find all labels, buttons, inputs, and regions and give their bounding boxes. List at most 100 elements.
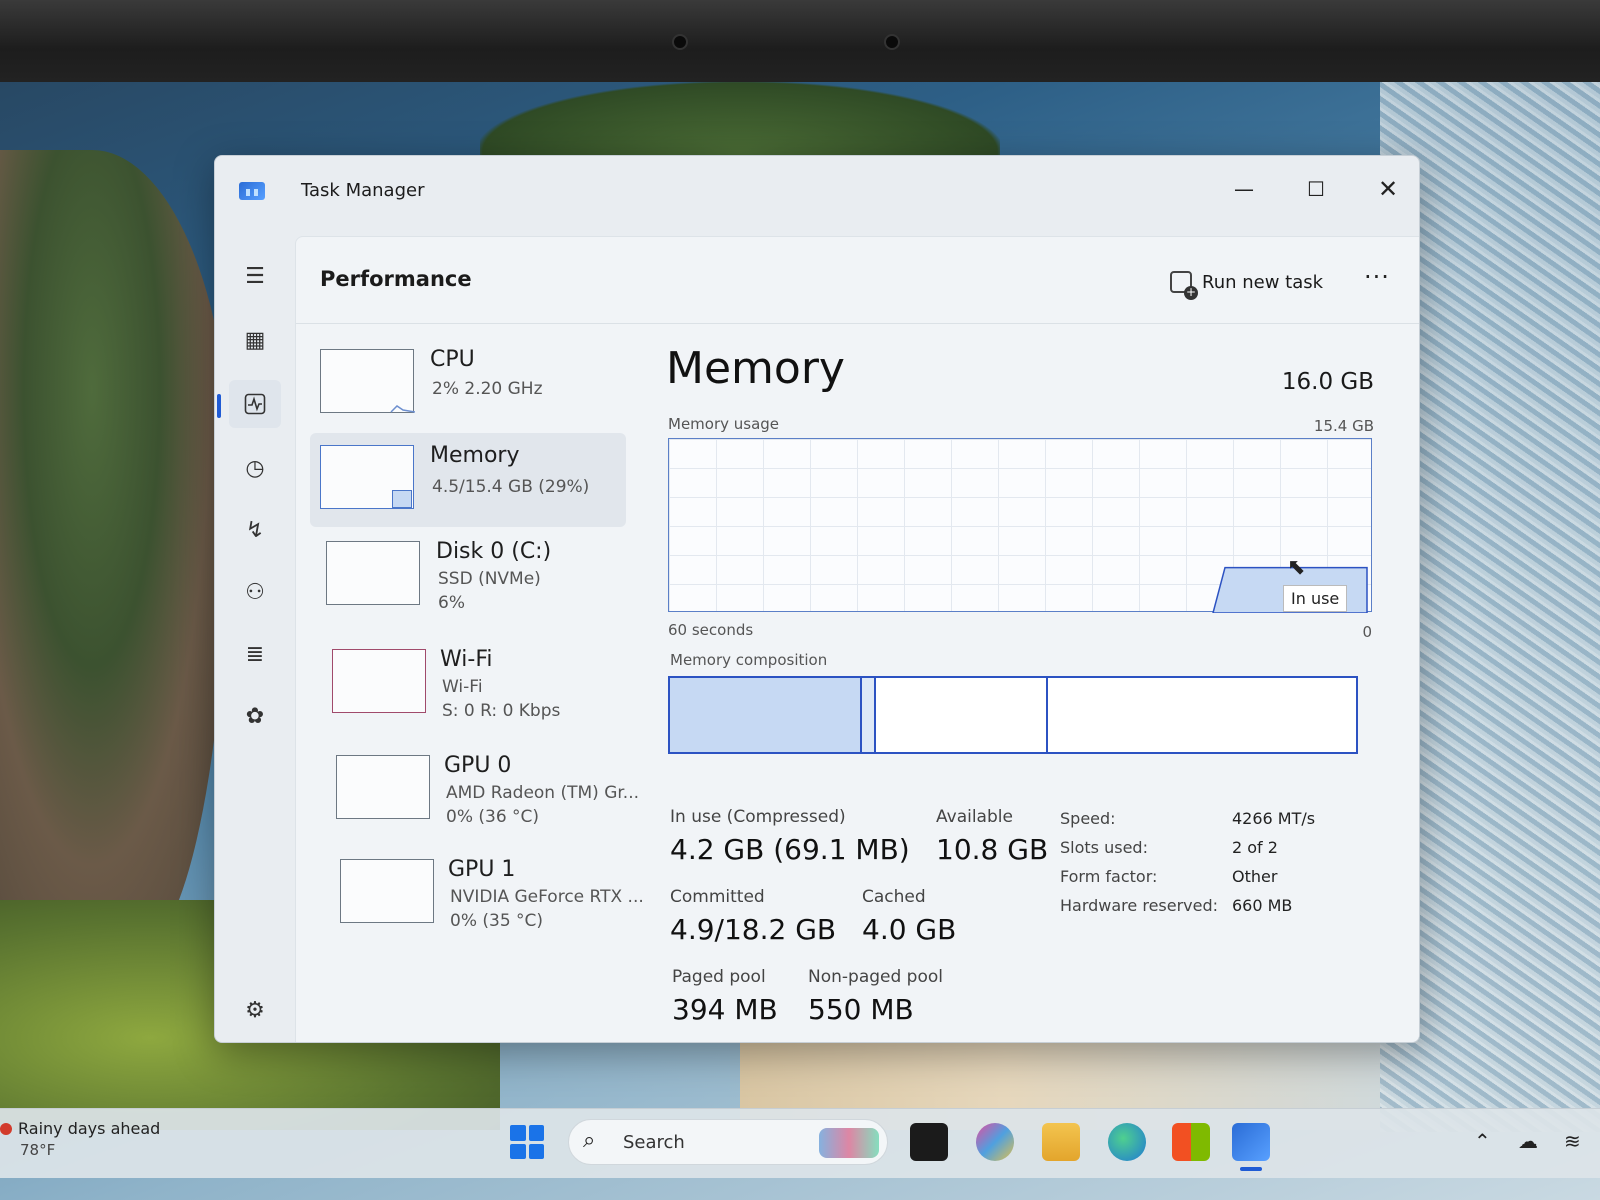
in-use-tooltip: In use	[1283, 585, 1348, 612]
available-label: Available	[936, 807, 1013, 827]
resource-detail: SSD (NVMe)	[438, 569, 541, 589]
maximize-button[interactable]: ☐	[1293, 172, 1339, 206]
graph-zero-label: 0	[1362, 623, 1372, 641]
composition-in-use[interactable]	[670, 678, 862, 752]
task-manager-icon	[239, 182, 265, 200]
copilot-icon[interactable]	[976, 1123, 1014, 1161]
cached-value: 4.0 GB	[862, 913, 957, 946]
memory-thumbnail-fill	[392, 490, 412, 508]
spec-label-slots: Slots used:	[1060, 838, 1148, 857]
non-paged-pool-value: 550 MB	[808, 993, 914, 1026]
resource-disk[interactable]: Disk 0 (C:) SSD (NVMe) 6%	[310, 529, 626, 623]
page-title: Performance	[320, 267, 472, 291]
resource-detail-2: 0% (35 °C)	[450, 911, 544, 931]
resource-gpu0[interactable]: GPU 0 AMD Radeon (TM) Gr... 0% (36 °C)	[310, 743, 639, 837]
run-new-task-button[interactable]: Run new task	[1170, 265, 1324, 300]
screen-bezel	[0, 0, 1600, 82]
file-explorer-icon[interactable]	[1042, 1123, 1080, 1161]
committed-label: Committed	[670, 887, 765, 907]
resource-gpu1[interactable]: GPU 1 NVIDIA GeForce RTX ... 0% (35 °C)	[310, 847, 644, 941]
spec-label-hw-reserved: Hardware reserved:	[1060, 896, 1219, 915]
webcam	[884, 34, 900, 50]
resource-detail: NVIDIA GeForce RTX ...	[450, 887, 644, 907]
edge-browser-icon[interactable]	[1108, 1123, 1146, 1161]
users-icon[interactable]: ⚇	[229, 568, 281, 616]
app-history-icon[interactable]: ◷	[229, 444, 281, 492]
committed-value: 4.9/18.2 GB	[670, 913, 837, 946]
composition-standby[interactable]	[876, 678, 1048, 752]
resource-name: Wi-Fi	[440, 647, 493, 672]
gpu1-thumbnail-graph	[340, 859, 434, 923]
memory-usage-label: Memory usage	[668, 415, 780, 433]
composition-modified[interactable]	[862, 678, 876, 752]
time-span-label: 60 seconds	[668, 621, 754, 639]
title-bar[interactable]: Task Manager — ☐ ✕	[215, 156, 1419, 234]
resource-memory[interactable]: Memory 4.5/15.4 GB (29%)	[310, 433, 626, 527]
window-title: Task Manager	[301, 180, 425, 201]
resource-name: CPU	[430, 347, 475, 372]
paged-pool-label: Paged pool	[672, 967, 766, 987]
task-manager-taskbar-icon[interactable]	[1232, 1123, 1270, 1161]
memory-usage-graph[interactable]: ⬉ In use	[668, 438, 1372, 613]
wifi-icon[interactable]: ≋	[1564, 1129, 1581, 1153]
memory-composition-bar[interactable]	[668, 676, 1358, 754]
wifi-thumbnail-graph	[332, 649, 426, 713]
performance-page: Performance Run new task ··· CPU 2% 2.20…	[295, 236, 1419, 1042]
memory-thumbnail-graph	[320, 445, 414, 509]
disk-thumbnail-graph	[326, 541, 420, 605]
search-placeholder: Search	[623, 1132, 685, 1153]
hamburger-menu-icon[interactable]: ☰	[229, 252, 281, 300]
spec-value-form-factor: Other	[1232, 867, 1278, 886]
memory-composition-label: Memory composition	[670, 651, 828, 669]
weather-temp: 78°F	[20, 1141, 56, 1159]
memory-usage-plot	[1212, 566, 1368, 613]
close-button[interactable]: ✕	[1365, 172, 1411, 206]
mouse-cursor-icon: ⬉	[1287, 555, 1306, 580]
nav-sidebar: ☰ ▦ ◷ ↯ ⚇ ≣ ✿ ⚙	[215, 234, 295, 1042]
resource-wifi[interactable]: Wi-Fi Wi-Fi S: 0 R: 0 Kbps	[310, 637, 626, 731]
tray-overflow-chevron-icon[interactable]: ⌃	[1474, 1129, 1491, 1153]
memory-total: 16.0 GB	[1281, 369, 1374, 395]
services-icon[interactable]: ✿	[229, 692, 281, 740]
resource-detail-2: 6%	[438, 593, 465, 613]
header-divider	[296, 323, 1419, 324]
startup-apps-icon[interactable]: ↯	[229, 506, 281, 554]
task-manager-window: Task Manager — ☐ ✕ ☰ ▦ ◷ ↯ ⚇ ≣ ✿ ⚙ Perfo…	[214, 155, 1420, 1043]
settings-gear-icon[interactable]: ⚙	[229, 986, 281, 1034]
memory-usage-max: 15.4 GB	[1313, 417, 1374, 435]
detail-title: Memory	[666, 343, 845, 394]
wallpaper-cliff-left	[0, 150, 230, 950]
resource-detail: Wi-Fi	[442, 677, 483, 697]
microsoft-store-icon[interactable]	[1172, 1123, 1210, 1161]
performance-icon[interactable]	[229, 380, 281, 428]
details-icon[interactable]: ≣	[229, 630, 281, 678]
spec-value-speed: 4266 MT/s	[1232, 809, 1316, 828]
resource-name: Memory	[430, 443, 520, 468]
performance-graph-icon	[244, 393, 266, 415]
spec-value-hw-reserved: 660 MB	[1232, 896, 1293, 915]
taskbar: Rainy days ahead 78°F ⌕ Search ⌃ ☁ ≋	[0, 1108, 1600, 1178]
run-new-task-label: Run new task	[1202, 271, 1324, 293]
resource-cpu[interactable]: CPU 2% 2.20 GHz	[310, 337, 626, 431]
task-view-icon[interactable]	[910, 1123, 948, 1161]
minimize-button[interactable]: —	[1221, 172, 1267, 206]
available-value: 10.8 GB	[936, 833, 1049, 866]
non-paged-pool-label: Non-paged pool	[808, 967, 943, 987]
active-app-indicator	[1240, 1167, 1262, 1171]
run-task-icon	[1170, 271, 1198, 300]
cpu-thumbnail-line	[390, 405, 416, 413]
gpu0-thumbnail-graph	[336, 755, 430, 819]
weather-title: Rainy days ahead	[18, 1119, 161, 1138]
more-options-icon[interactable]: ···	[1364, 263, 1390, 291]
weather-alert-icon	[0, 1123, 12, 1135]
resource-detail-2: 0% (36 °C)	[446, 807, 540, 827]
spec-label-speed: Speed:	[1060, 809, 1116, 828]
processes-icon[interactable]: ▦	[229, 316, 281, 364]
resource-name: Disk 0 (C:)	[436, 539, 552, 564]
start-windows-icon[interactable]	[510, 1125, 544, 1159]
taskbar-search[interactable]: ⌕ Search	[568, 1119, 888, 1165]
resource-detail: 2% 2.20 GHz	[432, 379, 543, 399]
resource-name: GPU 1	[448, 857, 516, 882]
onedrive-cloud-icon[interactable]: ☁	[1518, 1129, 1538, 1153]
resource-name: GPU 0	[444, 753, 512, 778]
